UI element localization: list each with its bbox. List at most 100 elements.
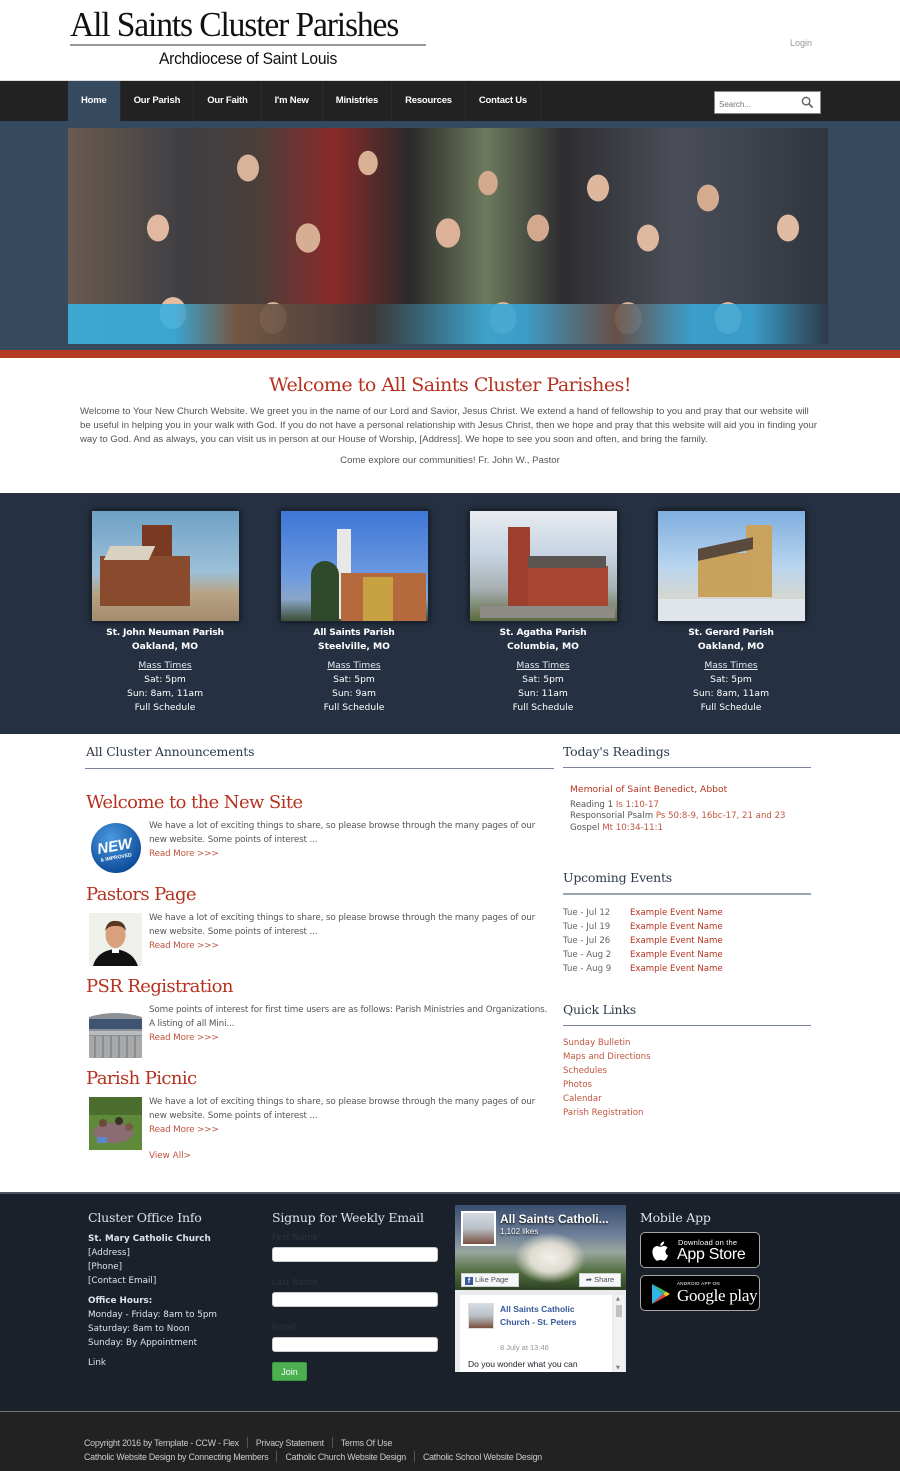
mass-times-link[interactable]: Mass Times xyxy=(264,659,444,673)
google-play-button[interactable]: ANDROID APP ON Google play xyxy=(640,1275,760,1311)
app-store-button[interactable]: Download on the App Store xyxy=(640,1232,760,1268)
credit-link-connecting-members[interactable]: Catholic Website Design by Connecting Me… xyxy=(84,1452,269,1462)
mass-times-link[interactable]: Mass Times xyxy=(453,659,633,673)
facebook-page-name[interactable]: All Saints Catholi... xyxy=(500,1212,609,1226)
event-link[interactable]: Example Event Name xyxy=(630,920,723,934)
office-email-link[interactable]: [Contact Email] xyxy=(88,1274,258,1288)
nav-contact-us[interactable]: Contact Us xyxy=(466,81,542,121)
full-schedule-link[interactable]: Full Schedule xyxy=(641,701,821,715)
reading-ref-link[interactable]: Mt 10:34-11:1 xyxy=(602,823,663,833)
office-church: St. Mary Catholic Church xyxy=(88,1234,211,1244)
facebook-post: All Saints Catholic Church - St. Peters … xyxy=(460,1295,612,1372)
first-name-label: First Name xyxy=(272,1233,318,1243)
facebook-scrollbar[interactable]: ▲ ▼ xyxy=(614,1295,624,1372)
quick-link-parish-registration[interactable]: Parish Registration xyxy=(563,1106,811,1120)
main-content: All Cluster Announcements Welcome to the… xyxy=(0,734,900,1192)
credit-link-church-design[interactable]: Catholic Church Website Design xyxy=(285,1452,406,1462)
scroll-down-icon[interactable]: ▼ xyxy=(616,1365,620,1371)
scroll-up-icon[interactable]: ▲ xyxy=(616,1296,620,1302)
facebook-post-author[interactable]: All Saints Catholic Church - St. Peters xyxy=(500,1303,600,1329)
read-more-link[interactable]: Read More >>> xyxy=(149,939,549,953)
facebook-post-date: 8 July at 13:46 xyxy=(500,1343,549,1352)
parish-name: St. Agatha Parish xyxy=(499,627,587,638)
office-link[interactable]: Link xyxy=(88,1356,258,1370)
announcement-excerpt: We have a lot of exciting things to shar… xyxy=(149,821,536,845)
mass-sun: Sun: 9am xyxy=(332,688,376,699)
google-play-icon xyxy=(652,1284,670,1304)
parish-name: St. Gerard Parish xyxy=(688,627,774,638)
full-schedule-link[interactable]: Full Schedule xyxy=(264,701,444,715)
login-link[interactable]: Login xyxy=(790,38,812,48)
credit-link-school-design[interactable]: Catholic School Website Design xyxy=(423,1452,542,1462)
reading-line: Responsorial Psalm Ps 50:8-9, 16bc-17, 2… xyxy=(570,811,811,823)
facebook-share-button[interactable]: ➦ Share xyxy=(579,1273,621,1287)
parish-name: St. John Neuman Parish xyxy=(106,627,224,638)
search-input[interactable] xyxy=(715,94,795,115)
parish-photo[interactable] xyxy=(656,510,806,622)
parish-photo[interactable] xyxy=(279,510,429,622)
parish-card: All Saints Parish Steelville, MO Mass Ti… xyxy=(264,510,444,715)
office-hours-line: Sunday: By Appointment xyxy=(88,1338,198,1348)
first-name-input[interactable] xyxy=(272,1247,438,1262)
welcome-section: Welcome to All Saints Cluster Parishes! … xyxy=(0,358,900,493)
event-link[interactable]: Example Event Name xyxy=(630,934,723,948)
last-name-input[interactable] xyxy=(272,1292,438,1307)
full-schedule-link[interactable]: Full Schedule xyxy=(453,701,633,715)
reading-ref-link[interactable]: Ps 50:8-9, 16bc-17, 21 and 23 xyxy=(656,811,786,821)
privacy-link[interactable]: Privacy Statement xyxy=(256,1438,324,1448)
site-header: All Saints Cluster Parishes Archdiocese … xyxy=(0,0,900,80)
announcement-title[interactable]: PSR Registration xyxy=(86,976,556,998)
quick-link-schedules[interactable]: Schedules xyxy=(563,1064,811,1078)
reading-ref-link[interactable]: Is 1:10-17 xyxy=(616,800,659,810)
event-row: Tue - Aug 9 Example Event Name xyxy=(563,962,811,976)
event-link[interactable]: Example Event Name xyxy=(630,906,723,920)
welcome-body: Welcome to Your New Church Website. We g… xyxy=(80,406,818,445)
facebook-like-button[interactable]: f Like Page xyxy=(461,1273,519,1287)
announcements-divider xyxy=(85,768,554,769)
mass-times-link[interactable]: Mass Times xyxy=(641,659,821,673)
quick-link-calendar[interactable]: Calendar xyxy=(563,1092,811,1106)
nav-our-parish[interactable]: Our Parish xyxy=(121,81,195,121)
office-info: Cluster Office Info St. Mary Catholic Ch… xyxy=(88,1210,258,1370)
event-link[interactable]: Example Event Name xyxy=(630,948,723,962)
announcement-title[interactable]: Parish Picnic xyxy=(86,1068,556,1090)
quick-link-maps[interactable]: Maps and Directions xyxy=(563,1050,811,1064)
office-hours-line: Saturday: 8am to Noon xyxy=(88,1324,190,1334)
readings-memorial[interactable]: Memorial of Saint Benedict, Abbot xyxy=(570,784,811,796)
read-more-link[interactable]: Read More >>> xyxy=(149,1031,549,1045)
parish-photo[interactable] xyxy=(90,510,240,622)
quick-links-widget: Quick Links Sunday Bulletin Maps and Dir… xyxy=(563,1002,811,1120)
reading-line: Gospel Mt 10:34-11:1 xyxy=(570,823,811,835)
join-button[interactable]: Join xyxy=(272,1362,307,1381)
full-schedule-link[interactable]: Full Schedule xyxy=(75,701,255,715)
nav-resources[interactable]: Resources xyxy=(392,81,466,121)
announcement-title[interactable]: Welcome to the New Site xyxy=(86,792,556,814)
facebook-page-avatar[interactable] xyxy=(461,1211,496,1246)
nav-im-new[interactable]: I'm New xyxy=(262,81,323,121)
terms-link[interactable]: Terms Of Use xyxy=(341,1438,393,1448)
facebook-post-avatar[interactable] xyxy=(468,1303,494,1329)
site-logo[interactable]: All Saints Cluster Parishes Archdiocese … xyxy=(70,6,426,69)
apple-icon xyxy=(652,1241,668,1261)
readings-widget: Today's Readings Memorial of Saint Bened… xyxy=(563,744,811,834)
site-subtitle: Archdiocese of Saint Louis xyxy=(158,49,338,68)
parish-section: St. John Neuman Parish Oakland, MO Mass … xyxy=(0,493,900,734)
reading-label: Reading 1 xyxy=(570,799,614,810)
quick-link-photos[interactable]: Photos xyxy=(563,1078,811,1092)
facebook-cover[interactable]: All Saints Catholi... 1,102 likes f Like … xyxy=(455,1205,626,1290)
facebook-icon: f xyxy=(465,1277,473,1285)
quick-link-sunday-bulletin[interactable]: Sunday Bulletin xyxy=(563,1036,811,1050)
email-input[interactable] xyxy=(272,1337,438,1352)
parish-photo[interactable] xyxy=(468,510,618,622)
mass-times-link[interactable]: Mass Times xyxy=(75,659,255,673)
nav-ministries[interactable]: Ministries xyxy=(323,81,393,121)
event-link[interactable]: Example Event Name xyxy=(630,962,723,976)
read-more-link[interactable]: Read More >>> xyxy=(149,847,549,861)
nav-our-faith[interactable]: Our Faith xyxy=(194,81,262,121)
announcement-title[interactable]: Pastors Page xyxy=(86,884,556,906)
search-icon[interactable] xyxy=(801,96,814,109)
nav-home[interactable]: Home xyxy=(68,81,121,121)
mass-sun: Sun: 8am, 11am xyxy=(126,688,204,699)
view-all-link[interactable]: View All> xyxy=(149,1151,191,1161)
read-more-link[interactable]: Read More >>> xyxy=(149,1123,549,1137)
